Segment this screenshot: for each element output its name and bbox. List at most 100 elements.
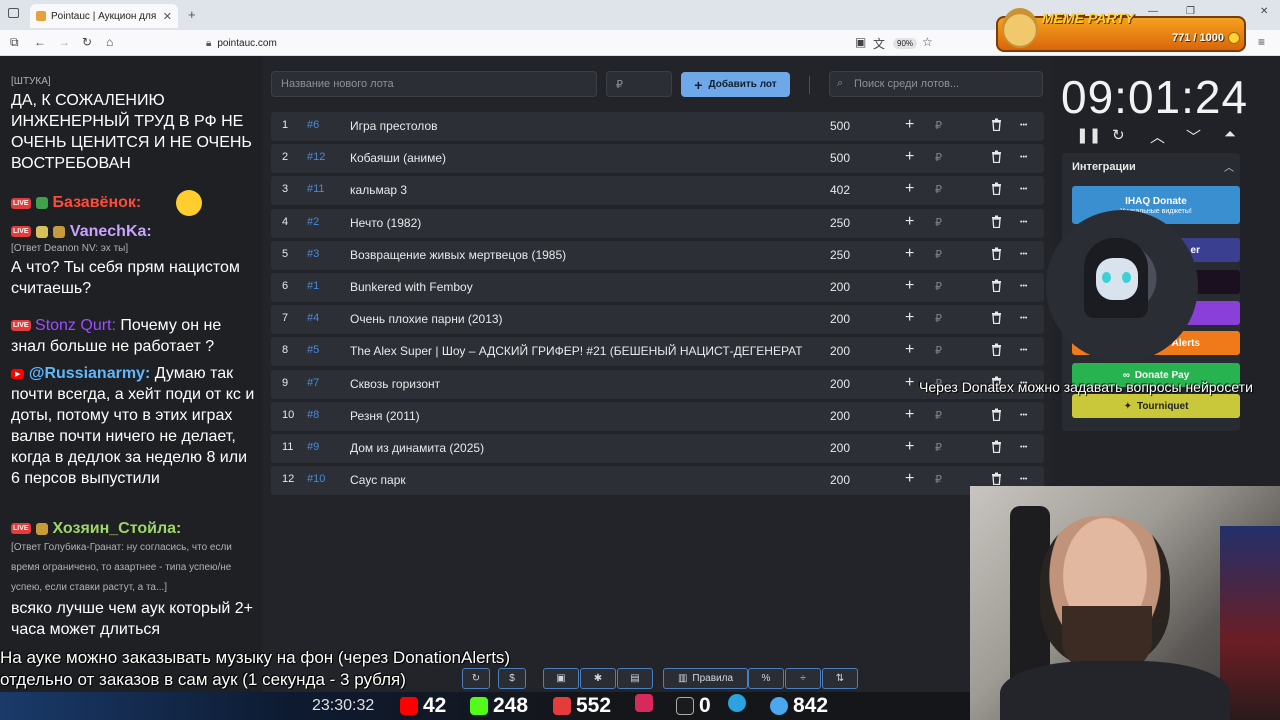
currency-icon[interactable]: ₽ bbox=[935, 183, 942, 196]
lot-amount[interactable]: 500 bbox=[830, 119, 850, 133]
trash-icon[interactable] bbox=[991, 311, 1002, 324]
add-amount-icon[interactable]: + bbox=[905, 180, 914, 198]
url-bar[interactable]: 🔒︎ pointauc.com 90% bbox=[200, 33, 940, 53]
zoom-level[interactable]: 90% bbox=[893, 38, 918, 49]
reload-icon[interactable]: ↻ bbox=[82, 35, 92, 49]
lot-name[interactable]: Дом из динамита (2025) bbox=[350, 441, 802, 455]
bookmark-star-icon[interactable]: ☆ bbox=[922, 35, 933, 49]
add-amount-icon[interactable]: + bbox=[905, 277, 914, 295]
currency-icon[interactable]: ₽ bbox=[935, 312, 942, 325]
lot-name[interactable]: Кобаяши (аниме) bbox=[350, 151, 802, 165]
trash-icon[interactable] bbox=[991, 118, 1002, 131]
currency-icon[interactable]: ₽ bbox=[935, 473, 942, 486]
add-amount-icon[interactable]: + bbox=[905, 148, 914, 166]
lot-name[interactable]: Возвращение живых мертвецов (1985) bbox=[350, 248, 802, 262]
browser-tab[interactable]: Pointauc | Аукцион для стрим ✕ bbox=[30, 4, 178, 28]
add-amount-icon[interactable]: + bbox=[905, 374, 914, 392]
lot-row[interactable]: 7 #4 Очень плохие парни (2013) 200 + ₽ ••• bbox=[271, 305, 1044, 334]
trash-icon[interactable] bbox=[991, 408, 1002, 421]
lot-amount[interactable]: 200 bbox=[830, 473, 850, 487]
percent-button[interactable]: % bbox=[748, 668, 784, 689]
translate-icon[interactable]: 文 bbox=[873, 35, 885, 52]
trash-icon[interactable] bbox=[991, 215, 1002, 228]
chevron-up-icon[interactable]: ︿ bbox=[1150, 126, 1165, 147]
trash-icon[interactable] bbox=[991, 343, 1002, 356]
trash-icon[interactable] bbox=[991, 472, 1002, 485]
delete-all-icon[interactable]: ▤ bbox=[617, 668, 653, 689]
lot-name[interactable]: Резня (2011) bbox=[350, 409, 802, 423]
trash-icon[interactable] bbox=[991, 247, 1002, 260]
lot-name[interactable]: Игра престолов bbox=[350, 119, 802, 133]
currency-icon[interactable]: ₽ bbox=[935, 280, 942, 293]
more-options-icon[interactable]: ••• bbox=[1020, 122, 1027, 129]
add-lot-button[interactable]: + Добавить лот bbox=[681, 72, 790, 97]
lot-amount-input[interactable]: ₽ bbox=[606, 71, 672, 97]
sidebar-toggle-icon[interactable]: ⧉ bbox=[10, 35, 19, 50]
reader-icon[interactable]: ▣ bbox=[855, 35, 866, 49]
close-window-button[interactable]: ✕ bbox=[1260, 6, 1268, 17]
double-chevron-up-icon[interactable]: ⏶ bbox=[1224, 126, 1236, 143]
lot-amount[interactable]: 500 bbox=[830, 151, 850, 165]
chevron-down-icon[interactable]: ﹀ bbox=[1186, 126, 1201, 147]
currency-icon[interactable]: ₽ bbox=[935, 248, 942, 261]
lot-amount[interactable]: 200 bbox=[830, 280, 850, 294]
lot-amount[interactable]: 200 bbox=[830, 441, 850, 455]
add-amount-icon[interactable]: + bbox=[905, 341, 914, 359]
currency-icon[interactable]: ₽ bbox=[935, 119, 942, 132]
forward-icon[interactable]: → bbox=[58, 35, 70, 49]
lot-name[interactable]: Очень плохие парни (2013) bbox=[350, 312, 802, 326]
new-tab-button[interactable]: + bbox=[188, 7, 196, 22]
lot-row[interactable]: 1 #6 Игра престолов 500 + ₽ ••• bbox=[271, 112, 1044, 141]
lot-row[interactable]: 5 #3 Возвращение живых мертвецов (1985) 250… bbox=[271, 241, 1044, 270]
currency-icon[interactable]: ₽ bbox=[935, 409, 942, 422]
lot-row[interactable]: 10 #8 Резня (2011) 200 + ₽ ••• bbox=[271, 402, 1044, 431]
lot-row[interactable]: 12 #10 Саус парк 200 + ₽ ••• bbox=[271, 466, 1044, 495]
lot-row[interactable]: 11 #9 Дом из динамита (2025) 200 + ₽ ••• bbox=[271, 434, 1044, 463]
new-lot-input[interactable]: Название нового лота bbox=[271, 71, 597, 97]
reset-icon[interactable]: ↻ bbox=[1112, 126, 1125, 144]
back-icon[interactable]: ← bbox=[34, 35, 46, 49]
bug-icon[interactable]: ✱ bbox=[580, 668, 616, 689]
tab-list-icon[interactable] bbox=[8, 8, 19, 18]
tourniquet-button[interactable]: ✦ Tourniquet bbox=[1072, 394, 1240, 418]
lot-name[interactable]: Bunkered with Femboy bbox=[350, 280, 802, 294]
dollar-tool-button[interactable]: $ bbox=[498, 668, 526, 689]
currency-icon[interactable]: ₽ bbox=[935, 344, 942, 357]
more-options-icon[interactable]: ••• bbox=[1020, 476, 1027, 483]
trash-icon[interactable] bbox=[991, 440, 1002, 453]
more-options-icon[interactable]: ••• bbox=[1020, 347, 1027, 354]
add-amount-icon[interactable]: + bbox=[905, 245, 914, 263]
lot-name[interactable]: кальмар 3 bbox=[350, 183, 802, 197]
add-amount-icon[interactable]: + bbox=[905, 213, 914, 231]
more-options-icon[interactable]: ••• bbox=[1020, 315, 1027, 322]
lot-row[interactable]: 8 #5 The Alex Super | Шоу – АДСКИЙ ГРИФЕР!… bbox=[271, 337, 1044, 366]
reload-tool-button[interactable]: ↻ bbox=[462, 668, 490, 689]
collapse-icon[interactable]: ︿ bbox=[1224, 159, 1234, 174]
more-options-icon[interactable]: ••• bbox=[1020, 154, 1027, 161]
more-options-icon[interactable]: ••• bbox=[1020, 283, 1027, 290]
lot-amount[interactable]: 200 bbox=[830, 377, 850, 391]
lot-row[interactable]: 2 #12 Кобаяши (аниме) 500 + ₽ ••• bbox=[271, 144, 1044, 173]
more-options-icon[interactable]: ••• bbox=[1020, 251, 1027, 258]
currency-icon[interactable]: ₽ bbox=[935, 441, 942, 454]
lot-amount[interactable]: 250 bbox=[830, 216, 850, 230]
add-amount-icon[interactable]: + bbox=[905, 309, 914, 327]
more-options-icon[interactable]: ••• bbox=[1020, 412, 1027, 419]
more-options-icon[interactable]: ••• bbox=[1020, 219, 1027, 226]
home-icon[interactable]: ⌂ bbox=[106, 35, 113, 49]
rules-button[interactable]: ▥ Правила bbox=[663, 668, 748, 689]
lot-search-input[interactable]: ⌕ Поиск среди лотов... bbox=[829, 71, 1043, 97]
lot-name[interactable]: The Alex Super | Шоу – АДСКИЙ ГРИФЕР! #2… bbox=[350, 344, 802, 358]
trash-icon[interactable] bbox=[991, 182, 1002, 195]
add-amount-icon[interactable]: + bbox=[905, 438, 914, 456]
currency-icon[interactable]: ₽ bbox=[935, 151, 942, 164]
trash-icon[interactable] bbox=[991, 150, 1002, 163]
save-icon[interactable]: ▣ bbox=[543, 668, 579, 689]
trash-icon[interactable] bbox=[991, 279, 1002, 292]
lot-amount[interactable]: 200 bbox=[830, 312, 850, 326]
lot-amount[interactable]: 250 bbox=[830, 248, 850, 262]
split-icon[interactable]: ÷ bbox=[785, 668, 821, 689]
lot-amount[interactable]: 200 bbox=[830, 344, 850, 358]
lot-name[interactable]: Саус парк bbox=[350, 473, 802, 487]
more-options-icon[interactable]: ••• bbox=[1020, 186, 1027, 193]
